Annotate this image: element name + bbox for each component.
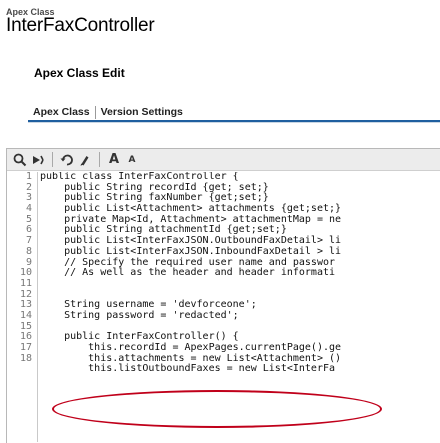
line-number: 8 (25, 245, 32, 257)
decrease-font-icon[interactable]: A (123, 151, 141, 169)
line-number: 6 (25, 224, 32, 236)
increase-font-icon[interactable]: A (105, 151, 123, 169)
search-icon[interactable] (11, 151, 29, 169)
line-number: 11 (19, 277, 32, 289)
code-editor[interactable]: 1 2 3 4 5 6 7 8 9 10 11 12 13 14 15 16 1… (7, 172, 440, 442)
line-number: 3 (25, 192, 32, 204)
page-title: InterFaxController (6, 15, 155, 36)
line-number: 18 (19, 352, 32, 364)
toolbar-divider (52, 152, 53, 167)
line-number: 7 (25, 235, 32, 247)
line-number-gutter: 1 2 3 4 5 6 7 8 9 10 11 12 13 14 15 16 1… (7, 172, 37, 442)
code-line: // As well as the header and header info… (40, 267, 336, 279)
line-number: 1 (25, 172, 32, 182)
code-line: public List<InterFaxJSON.InboundFaxDetai… (40, 245, 342, 257)
tab-underline-shadow (28, 122, 440, 123)
tab-bar: Apex Class Version Settings (28, 102, 188, 122)
line-number: 2 (25, 181, 32, 193)
gutter-divider (37, 172, 38, 442)
tab-version-settings[interactable]: Version Settings (96, 106, 188, 118)
redo-icon[interactable] (76, 151, 94, 169)
code-line: this.listOutboundFaxes = new List<InterF… (40, 363, 336, 375)
goto-line-icon[interactable] (29, 151, 47, 169)
code-lines: public class InterFaxController { public… (40, 172, 440, 375)
editor-toolbar: A A (7, 149, 440, 171)
line-number: 5 (25, 213, 32, 225)
code-line: String password = 'redacted'; (40, 309, 239, 321)
undo-icon[interactable] (58, 151, 76, 169)
section-title: Apex Class Edit (34, 66, 125, 80)
toolbar-divider (99, 152, 100, 167)
tab-apex-class[interactable]: Apex Class (28, 106, 95, 118)
line-number: 4 (25, 203, 32, 215)
